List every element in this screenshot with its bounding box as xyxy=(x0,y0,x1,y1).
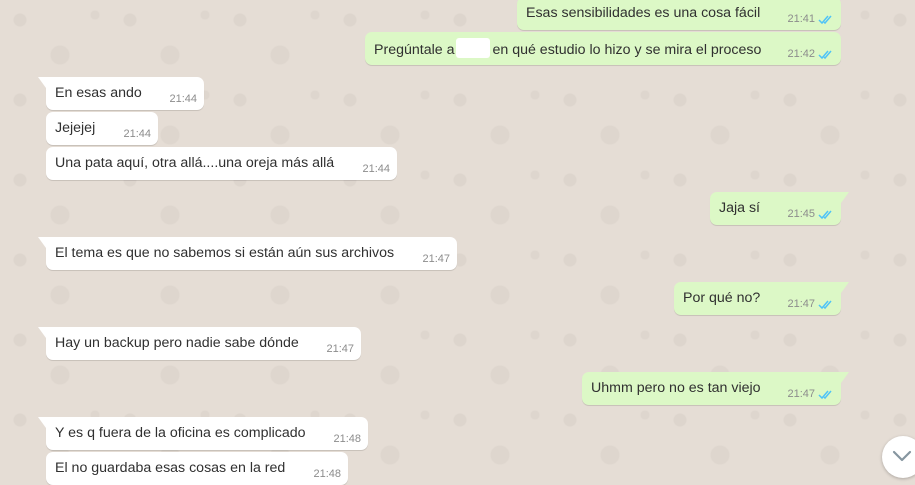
message-text: En esas ando xyxy=(55,85,142,101)
message-time: 21:44 xyxy=(362,163,390,175)
message-incoming[interactable]: El tema es que no sabemos si están aún s… xyxy=(38,237,457,270)
message-outgoing[interactable]: Uhmm pero no es tan viejo 21:47 xyxy=(582,372,849,405)
message-text: Esas sensibilidades es una cosa fácil xyxy=(526,5,761,21)
message-incoming[interactable]: Hay un backup pero nadie sabe dónde 21:4… xyxy=(38,327,361,360)
message-meta: 21:41 xyxy=(787,13,834,25)
message-outgoing[interactable]: Por qué no? 21:47 xyxy=(674,282,849,315)
message-meta: 21:44 xyxy=(123,128,151,140)
message-meta: 21:47 xyxy=(422,253,450,265)
message-incoming[interactable]: El no guardaba esas cosas en la red 21:4… xyxy=(46,452,348,485)
message-text: Pregúntale a en qué estudio lo hizo y se … xyxy=(374,38,762,60)
message-incoming[interactable]: Y es q fuera de la oficina es complicado… xyxy=(38,417,368,450)
message-text: El tema es que no sabemos si están aún s… xyxy=(55,245,395,261)
message-time: 21:41 xyxy=(787,13,815,25)
message-time: 21:44 xyxy=(123,128,151,140)
message-text: Una pata aquí, otra allá....una oreja má… xyxy=(55,155,335,171)
message-text-before: Pregúntale a xyxy=(374,41,455,58)
message-time: 21:45 xyxy=(787,208,815,220)
message-text: Por qué no? xyxy=(683,290,761,306)
message-outgoing[interactable]: Jaja sí 21:45 xyxy=(710,192,849,225)
message-time: 21:48 xyxy=(313,468,341,480)
message-meta: 21:44 xyxy=(169,93,197,105)
message-outgoing[interactable]: Pregúntale a en qué estudio lo hizo y se … xyxy=(365,32,841,65)
redacted-name xyxy=(456,38,491,58)
message-incoming[interactable]: En esas ando 21:44 xyxy=(38,77,204,110)
message-text: Jaja sí xyxy=(719,200,761,216)
chevron-down-icon xyxy=(892,450,912,462)
message-text: Uhmm pero no es tan viejo xyxy=(591,380,761,396)
message-time: 21:47 xyxy=(422,253,450,265)
message-time: 21:47 xyxy=(326,343,354,355)
message-meta: 21:47 xyxy=(787,298,834,310)
message-incoming[interactable]: Una pata aquí, otra allá....una oreja má… xyxy=(46,147,397,180)
message-time: 21:44 xyxy=(169,93,197,105)
message-meta: 21:44 xyxy=(362,163,390,175)
message-meta: 21:45 xyxy=(787,208,834,220)
message-text: Jejejej xyxy=(55,120,96,136)
message-meta: 21:48 xyxy=(333,433,361,445)
message-time: 21:48 xyxy=(333,433,361,445)
double-check-icon xyxy=(818,390,832,399)
message-meta: 21:48 xyxy=(313,468,341,480)
message-outgoing[interactable]: Esas sensibilidades es una cosa fácil 21… xyxy=(517,0,841,30)
double-check-icon xyxy=(818,210,832,219)
message-incoming[interactable]: Jejejej 21:44 xyxy=(46,112,158,145)
message-text: Y es q fuera de la oficina es complicado xyxy=(55,425,306,441)
double-check-icon xyxy=(818,300,832,309)
message-meta: 21:42 xyxy=(787,48,834,60)
message-time: 21:47 xyxy=(787,298,815,310)
message-text: Hay un backup pero nadie sabe dónde xyxy=(55,335,299,351)
message-meta: 21:47 xyxy=(787,388,834,400)
double-check-icon xyxy=(818,15,832,24)
message-text-after: en qué estudio lo hizo y se mira el proc… xyxy=(492,41,762,58)
message-time: 21:47 xyxy=(787,388,815,400)
message-meta: 21:47 xyxy=(326,343,354,355)
double-check-icon xyxy=(818,50,832,59)
message-time: 21:42 xyxy=(787,48,815,60)
message-text: El no guardaba esas cosas en la red xyxy=(55,460,286,476)
